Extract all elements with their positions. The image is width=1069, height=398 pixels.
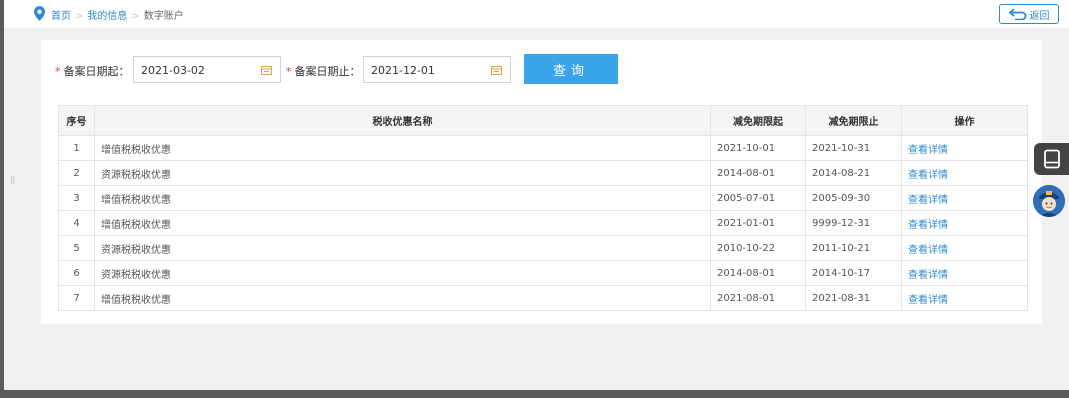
row-index: 5 — [58, 235, 95, 261]
start-date-input[interactable]: 2021-03-02 — [133, 56, 281, 83]
location-pin-icon — [34, 6, 45, 21]
row-index: 2 — [58, 160, 95, 186]
end-date-value: 2021-12-01 — [371, 64, 435, 77]
row-start: 2021-10-01 — [710, 135, 806, 161]
breadcrumb-my-info[interactable]: 我的信息 — [87, 11, 127, 22]
row-end: 2011-10-21 — [805, 235, 902, 261]
row-index: 1 — [58, 135, 95, 161]
row-start: 2014-08-01 — [710, 260, 806, 286]
view-details-link[interactable]: 查看详情 — [908, 195, 948, 206]
table-row: 4 增值税税收优惠 2021-01-01 9999-12-31 查看详情 — [58, 210, 1028, 236]
row-action-cell: 查看详情 — [901, 160, 1028, 186]
collapse-handle[interactable] — [11, 176, 14, 184]
row-name: 资源税税收优惠 — [94, 235, 711, 261]
table-row: 7 增值税税收优惠 2021-08-01 2021-08-31 查看详情 — [58, 285, 1028, 311]
row-name: 增值税税收优惠 — [94, 210, 711, 236]
row-action-cell: 查看详情 — [901, 185, 1028, 211]
table-header-row: 序号 税收优惠名称 减免期限起 减免期限止 操作 — [58, 105, 1028, 136]
row-index: 4 — [58, 210, 95, 236]
row-name: 资源税税收优惠 — [94, 260, 711, 286]
back-button[interactable]: 返回 — [999, 4, 1059, 24]
row-end: 2021-10-31 — [805, 135, 902, 161]
row-index: 3 — [58, 185, 95, 211]
row-action-cell: 查看详情 — [901, 135, 1028, 161]
row-end: 2014-08-21 — [805, 160, 902, 186]
row-index: 6 — [58, 260, 95, 286]
return-arrow-icon — [1008, 8, 1026, 20]
header-name: 税收优惠名称 — [94, 105, 711, 136]
breadcrumb: 首页 > 我的信息 > 数字账户 — [51, 7, 184, 22]
breadcrumb-current: 数字账户 — [143, 11, 184, 22]
row-name: 资源税税收优惠 — [94, 160, 711, 186]
tax-benefit-table: 序号 税收优惠名称 减免期限起 减免期限止 操作 1 增值税税收优惠 2021-… — [58, 105, 1028, 311]
row-end: 2005-09-30 — [805, 185, 902, 211]
row-start: 2021-08-01 — [710, 285, 806, 311]
view-details-link[interactable]: 查看详情 — [908, 220, 948, 231]
filter-bar: * 备案日期起： 2021-03-02 * 备案日期止： 2021-12-01 查询 — [41, 54, 1042, 86]
table-row: 5 资源税税收优惠 2010-10-22 2011-10-21 查看详情 — [58, 235, 1028, 261]
start-date-label: * 备案日期起： — [55, 65, 130, 78]
header-start: 减免期限起 — [710, 105, 806, 136]
row-name: 增值税税收优惠 — [94, 135, 711, 161]
table-row: 6 资源税税收优惠 2014-08-01 2014-10-17 查看详情 — [58, 260, 1028, 286]
row-end: 2014-10-17 — [805, 260, 902, 286]
row-action-cell: 查看详情 — [901, 285, 1028, 311]
row-name: 增值税税收优惠 — [94, 185, 711, 211]
table-row: 1 增值税税收优惠 2021-10-01 2021-10-31 查看详情 — [58, 135, 1028, 161]
book-icon — [1043, 149, 1060, 169]
row-action-cell: 查看详情 — [901, 210, 1028, 236]
breadcrumb-home[interactable]: 首页 — [51, 11, 71, 22]
main-card: * 备案日期起： 2021-03-02 * 备案日期止： 2021-12-01 查询 — [41, 40, 1042, 324]
app-frame: 首页 > 我的信息 > 数字账户 返回 * 备案日期起： 2021-03-02 * 备案日期… — [4, 0, 1069, 390]
end-date-input[interactable]: 2021-12-01 — [363, 56, 511, 83]
top-bar: 首页 > 我的信息 > 数字账户 返回 — [4, 0, 1069, 28]
view-details-link[interactable]: 查看详情 — [908, 245, 948, 256]
row-end: 2021-08-31 — [805, 285, 902, 311]
start-date-value: 2021-03-02 — [141, 64, 205, 77]
header-action: 操作 — [901, 105, 1028, 136]
assistant-avatar-icon[interactable] — [1033, 185, 1065, 217]
row-start: 2010-10-22 — [710, 235, 806, 261]
end-date-label: * 备案日期止： — [286, 65, 361, 78]
header-index: 序号 — [58, 105, 95, 136]
required-mark: * — [286, 65, 292, 78]
breadcrumb-separator: > — [131, 11, 140, 22]
row-action-cell: 查看详情 — [901, 235, 1028, 261]
required-mark: * — [55, 65, 61, 78]
row-start: 2021-01-01 — [710, 210, 806, 236]
back-button-label: 返回 — [1029, 10, 1050, 22]
view-details-link[interactable]: 查看详情 — [908, 145, 948, 156]
calendar-icon[interactable] — [491, 65, 502, 75]
breadcrumb-separator: > — [75, 11, 84, 22]
table-row: 2 资源税税收优惠 2014-08-01 2014-08-21 查看详情 — [58, 160, 1028, 186]
view-details-link[interactable]: 查看详情 — [908, 170, 948, 181]
row-name: 增值税税收优惠 — [94, 285, 711, 311]
calendar-icon[interactable] — [261, 65, 272, 75]
row-action-cell: 查看详情 — [901, 260, 1028, 286]
row-index: 7 — [58, 285, 95, 311]
row-start: 2014-08-01 — [710, 160, 806, 186]
side-book-button[interactable] — [1034, 143, 1069, 175]
table-row: 3 增值税税收优惠 2005-07-01 2005-09-30 查看详情 — [58, 185, 1028, 211]
view-details-link[interactable]: 查看详情 — [908, 295, 948, 306]
row-start: 2005-07-01 — [710, 185, 806, 211]
query-button[interactable]: 查询 — [524, 54, 618, 84]
row-end: 9999-12-31 — [805, 210, 902, 236]
header-end: 减免期限止 — [805, 105, 902, 136]
view-details-link[interactable]: 查看详情 — [908, 270, 948, 281]
